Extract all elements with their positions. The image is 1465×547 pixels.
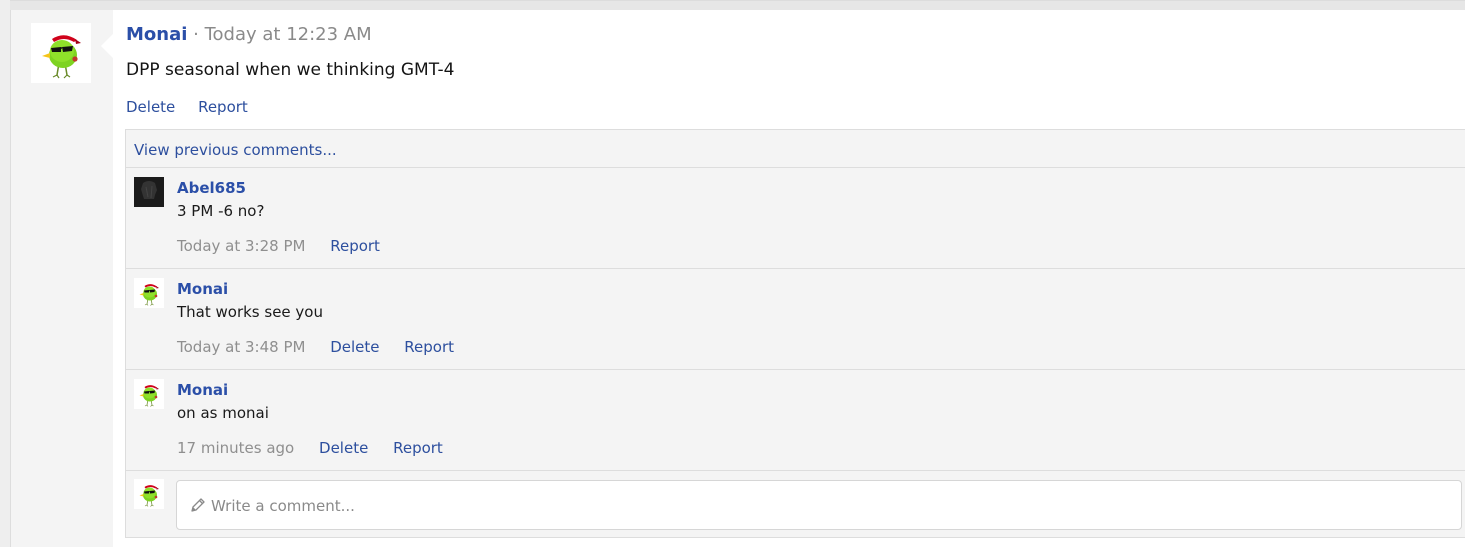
comment-item: Monai That works see you Today at 3:48 P… bbox=[126, 269, 1465, 370]
report-comment-link[interactable]: Report bbox=[393, 439, 443, 457]
view-previous-row: View previous comments... bbox=[126, 130, 1465, 168]
view-previous-comments-link[interactable]: View previous comments... bbox=[134, 141, 337, 159]
compose-avatar bbox=[134, 479, 164, 509]
comment-item: Monai on as monai 17 minutes ago Delete … bbox=[126, 370, 1465, 471]
delete-post-link[interactable]: Delete bbox=[126, 98, 175, 116]
comment-text: 3 PM -6 no? bbox=[177, 202, 265, 220]
comment-text: on as monai bbox=[177, 404, 269, 422]
green-bird-avatar-icon bbox=[31, 23, 91, 83]
green-bird-avatar-icon bbox=[134, 278, 164, 308]
pencil-icon bbox=[191, 498, 205, 512]
top-divider bbox=[10, 0, 1465, 10]
comment-time: 17 minutes ago bbox=[177, 439, 295, 457]
green-bird-avatar-icon bbox=[134, 379, 164, 409]
delete-comment-link[interactable]: Delete bbox=[330, 338, 379, 356]
comment-item: Abel685 3 PM -6 no? Today at 3:28 PM Rep… bbox=[126, 168, 1465, 269]
comment-compose-box[interactable] bbox=[176, 480, 1462, 530]
report-post-link[interactable]: Report bbox=[198, 98, 248, 116]
comment-input[interactable] bbox=[209, 494, 1413, 518]
post-actions: Delete Report bbox=[126, 98, 266, 116]
comment-author[interactable]: Abel685 bbox=[177, 179, 246, 197]
comment-meta: Today at 3:48 PM Delete Report bbox=[177, 338, 474, 356]
dark-photo-avatar-icon bbox=[134, 177, 164, 207]
comment-text: That works see you bbox=[177, 303, 323, 321]
left-gutter bbox=[10, 10, 114, 547]
post-author-avatar[interactable] bbox=[31, 23, 91, 83]
comment-meta: 17 minutes ago Delete Report bbox=[177, 439, 463, 457]
comment-time: Today at 3:48 PM bbox=[177, 338, 306, 356]
comment-meta: Today at 3:28 PM Report bbox=[177, 237, 400, 255]
comment-author-avatar[interactable] bbox=[134, 177, 164, 207]
comment-time: Today at 3:28 PM bbox=[177, 237, 306, 255]
comment-author[interactable]: Monai bbox=[177, 280, 228, 298]
post-timestamp: · Today at 12:23 AM bbox=[193, 24, 372, 45]
comment-author-avatar[interactable] bbox=[134, 278, 164, 308]
post-pointer-arrow bbox=[101, 34, 113, 58]
comment-author[interactable]: Monai bbox=[177, 381, 228, 399]
green-bird-avatar-icon bbox=[134, 479, 164, 509]
post-header: Monai · Today at 12:23 AM bbox=[126, 24, 372, 45]
report-comment-link[interactable]: Report bbox=[330, 237, 380, 255]
comment-author-avatar[interactable] bbox=[134, 379, 164, 409]
comments-section: View previous comments... Abel685 3 PM -… bbox=[125, 129, 1465, 538]
post-body: DPP seasonal when we thinking GMT-4 bbox=[126, 60, 455, 80]
report-comment-link[interactable]: Report bbox=[404, 338, 454, 356]
delete-comment-link[interactable]: Delete bbox=[319, 439, 368, 457]
post-author[interactable]: Monai bbox=[126, 24, 187, 45]
